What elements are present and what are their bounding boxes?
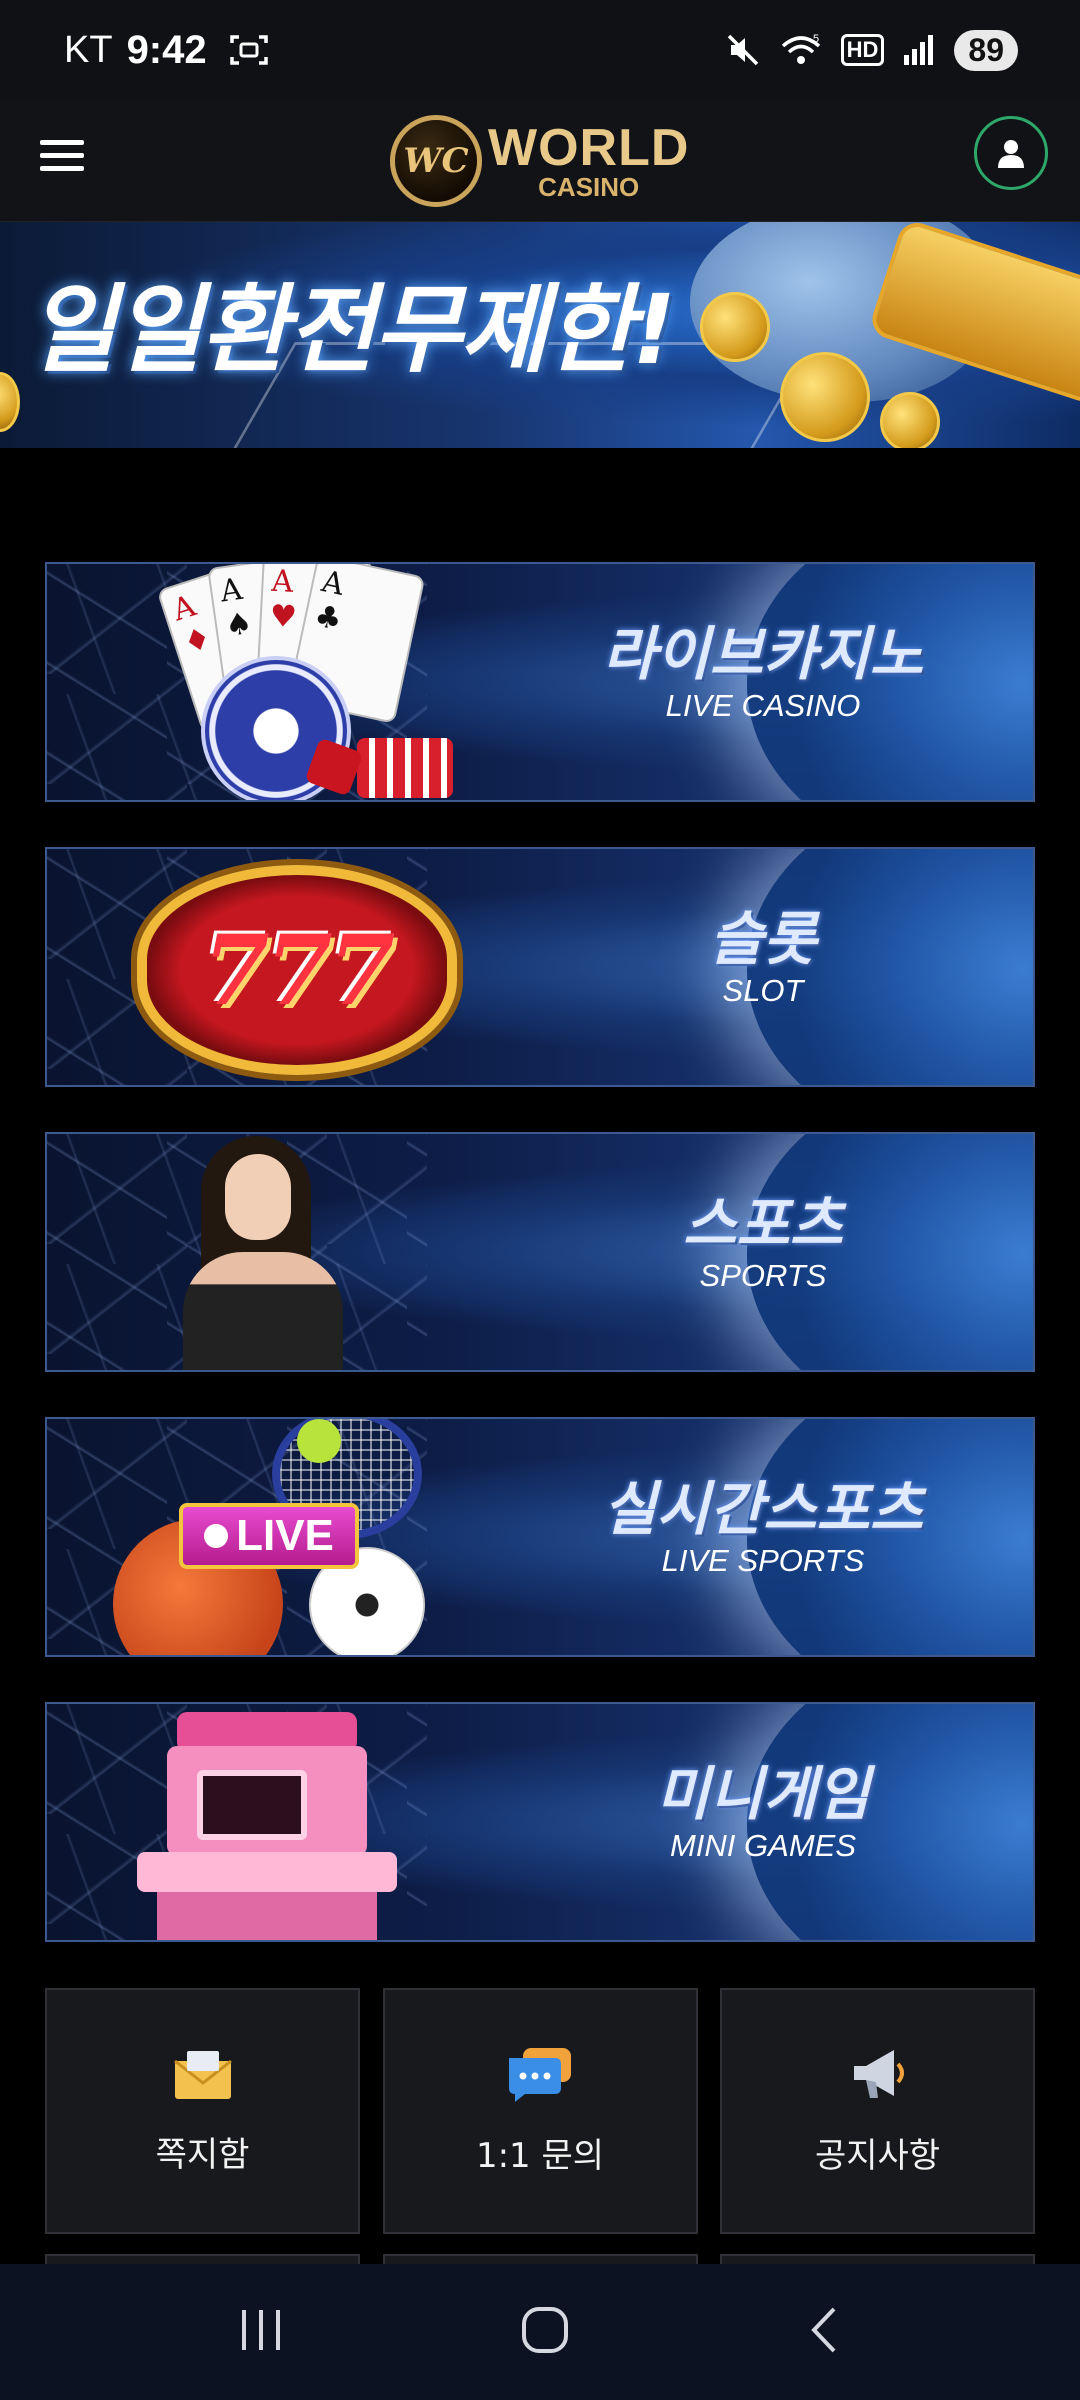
promo-banner[interactable]: 일일환전무제한! bbox=[0, 222, 1080, 448]
user-icon bbox=[998, 140, 1024, 168]
coin-art bbox=[880, 392, 940, 448]
category-slot[interactable]: 777 슬롯 SLOT bbox=[45, 847, 1035, 1087]
category-title-en: LIVE CASINO bbox=[665, 688, 861, 723]
category-title-en: SLOT bbox=[722, 973, 804, 1008]
status-left: KT 9:42 bbox=[64, 28, 269, 73]
category-title-en: SPORTS bbox=[699, 1258, 827, 1293]
screenshot-icon bbox=[229, 35, 268, 65]
quick-item-label: 1:1 문의 bbox=[475, 2135, 605, 2176]
wifi-icon: 5 bbox=[781, 33, 820, 64]
status-bar: KT 9:42 5 HD 89 bbox=[0, 0, 1080, 100]
megaphone-icon bbox=[853, 2049, 904, 2098]
live-badge: LIVE bbox=[179, 1503, 359, 1569]
back-icon bbox=[811, 2307, 836, 2353]
category-title-en: MINI GAMES bbox=[669, 1828, 856, 1863]
system-nav-bar bbox=[0, 2264, 1080, 2400]
user-account-button[interactable] bbox=[974, 116, 1048, 190]
category-title-ko: 슬롯 bbox=[709, 905, 817, 973]
category-title: 슬롯 SLOT bbox=[583, 907, 943, 1011]
menu-line-icon bbox=[40, 140, 84, 145]
chat-bubble-icon bbox=[509, 2047, 571, 2102]
athlete-woman-art bbox=[167, 1134, 367, 1370]
category-live-sports[interactable]: LIVE 실시간스포츠 LIVE SPORTS bbox=[45, 1417, 1035, 1657]
quick-menu: 쪽지함 1:1 문의 공지사항 bbox=[45, 1988, 1035, 2234]
world-casino-logo[interactable]: WC WORLD CASINO bbox=[390, 106, 690, 216]
category-title: 스포츠 SPORTS bbox=[583, 1192, 943, 1296]
playing-cards-art: A ♦ A ♠ A ♥ A ♣ bbox=[156, 564, 477, 800]
clock: 9:42 bbox=[126, 27, 207, 72]
category-title-en: LIVE SPORTS bbox=[661, 1543, 865, 1578]
category-title: 라이브카지노 LIVE CASINO bbox=[583, 622, 943, 726]
back-button[interactable] bbox=[806, 2305, 842, 2359]
logo-title: WORLD bbox=[488, 119, 690, 177]
category-title-ko: 실시간스포츠 bbox=[602, 1475, 924, 1543]
home-icon bbox=[522, 2307, 568, 2353]
category-title-ko: 라이브카지노 bbox=[602, 620, 924, 688]
mute-icon bbox=[727, 34, 758, 66]
live-badge-text: LIVE bbox=[236, 1511, 334, 1560]
slot-777-art: 777 bbox=[137, 865, 457, 1075]
category-mini-games[interactable]: 미니게임 MINI GAMES bbox=[45, 1702, 1035, 1942]
menu-line-icon bbox=[40, 166, 84, 171]
app-header: WC WORLD CASINO bbox=[0, 100, 1080, 222]
envelope-icon bbox=[173, 2050, 232, 2099]
category-title-ko: 스포츠 bbox=[682, 1190, 844, 1258]
signal-icon bbox=[904, 35, 934, 65]
quick-item-inquiry[interactable]: 1:1 문의 bbox=[382, 1988, 698, 2234]
promo-headline: 일일환전무제한! bbox=[28, 274, 676, 386]
carrier-label: KT bbox=[64, 28, 113, 71]
recent-apps-button[interactable] bbox=[238, 2308, 284, 2356]
logo-text: WORLD CASINO bbox=[488, 122, 689, 200]
tennis-ball-art bbox=[297, 1419, 341, 1463]
status-right: 5 HD 89 bbox=[725, 29, 1018, 71]
quick-item-label: 공지사항 bbox=[814, 2135, 941, 2176]
logo-mark: WC bbox=[390, 115, 482, 207]
quick-item-messages[interactable]: 쪽지함 bbox=[45, 1988, 360, 2234]
live-dot-icon bbox=[204, 1524, 229, 1548]
quick-item-label: 쪽지함 bbox=[155, 2134, 250, 2175]
category-sports[interactable]: 스포츠 SPORTS bbox=[45, 1132, 1035, 1372]
game-category-list: A ♦ A ♠ A ♥ A ♣ 라이브카지노 LIVE CASINO 777 슬롯 SL… bbox=[45, 562, 1035, 1987]
coin-art bbox=[700, 292, 770, 362]
hd-badge: HD bbox=[840, 34, 885, 66]
coin-art bbox=[0, 372, 20, 432]
coin-art bbox=[780, 352, 870, 442]
battery-indicator: 89 bbox=[954, 29, 1018, 71]
slot-777-text: 777 bbox=[202, 913, 395, 1027]
logo-subtitle: CASINO bbox=[538, 172, 640, 202]
network-tag: 5 bbox=[813, 33, 819, 45]
category-title: 미니게임 MINI GAMES bbox=[583, 1762, 943, 1866]
arcade-machine-art bbox=[137, 1712, 397, 1940]
recent-apps-icon bbox=[242, 2310, 280, 2350]
hamburger-menu-button[interactable] bbox=[40, 140, 84, 180]
menu-line-icon bbox=[40, 153, 84, 158]
category-title-ko: 미니게임 bbox=[656, 1760, 870, 1828]
category-live-casino[interactable]: A ♦ A ♠ A ♥ A ♣ 라이브카지노 LIVE CASINO bbox=[45, 562, 1035, 802]
home-button[interactable] bbox=[520, 2305, 570, 2359]
category-title: 실시간스포츠 LIVE SPORTS bbox=[583, 1477, 943, 1581]
quick-item-notice[interactable]: 공지사항 bbox=[720, 1988, 1035, 2234]
